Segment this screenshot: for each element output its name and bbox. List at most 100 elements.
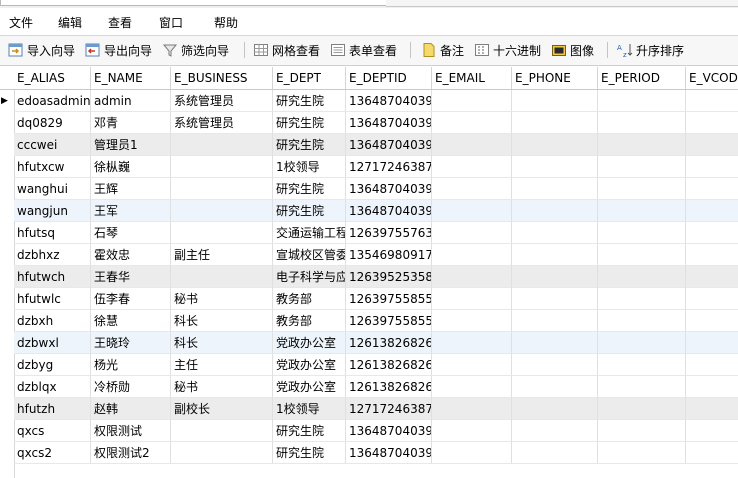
table-cell-e-email[interactable] xyxy=(432,134,512,156)
table-cell-e-deptid[interactable]: 136487040390 xyxy=(346,134,432,156)
column-header-e-period[interactable]: E_PERIOD xyxy=(598,67,686,89)
table-cell-e-vcod[interactable] xyxy=(686,420,738,442)
table-cell-e-period[interactable] xyxy=(598,200,686,222)
active-tab[interactable] xyxy=(0,0,387,6)
table-cell-e-vcod[interactable] xyxy=(686,354,738,376)
table-cell-e-name[interactable]: 邓青 xyxy=(91,112,171,134)
table-cell-e-alias[interactable]: wanghui xyxy=(14,178,91,200)
table-cell-e-deptid[interactable]: 136487040390 xyxy=(346,420,432,442)
table-cell-e-period[interactable] xyxy=(598,266,686,288)
table-cell-e-business[interactable]: 系统管理员 xyxy=(171,90,273,112)
table-cell-e-phone[interactable] xyxy=(512,442,598,464)
table-row[interactable]: ▶ edoasadmin admin 系统管理员 研究生院 136487040390 xyxy=(0,90,738,112)
table-cell-e-business[interactable]: 秘书 xyxy=(171,288,273,310)
table-cell-e-deptid[interactable]: 126138268267 xyxy=(346,376,432,398)
table-cell-e-period[interactable] xyxy=(598,354,686,376)
table-cell-e-name[interactable]: 权限测试2 xyxy=(91,442,171,464)
table-cell-e-deptid[interactable]: 136487040390 xyxy=(346,112,432,134)
column-header-e-phone[interactable]: E_PHONE xyxy=(512,67,598,89)
table-cell-e-email[interactable] xyxy=(432,266,512,288)
table-cell-e-business[interactable]: 科长 xyxy=(171,310,273,332)
table-cell-e-alias[interactable]: cccwei xyxy=(14,134,91,156)
table-cell-e-alias[interactable]: hfutwch xyxy=(14,266,91,288)
table-cell-e-phone[interactable] xyxy=(512,90,598,112)
table-cell-e-name[interactable]: 王晓玲 xyxy=(91,332,171,354)
table-cell-e-dept[interactable]: 研究生院 xyxy=(273,134,346,156)
table-cell-e-vcod[interactable] xyxy=(686,200,738,222)
table-cell-e-business[interactable]: 副校长 xyxy=(171,398,273,420)
table-row[interactable]: hfutwlc 伍李春 秘书 教务部 126397558559 xyxy=(0,288,738,310)
table-cell-e-deptid[interactable]: 126395253581 xyxy=(346,266,432,288)
table-cell-e-business[interactable] xyxy=(171,178,273,200)
menu-view[interactable]: 查看 xyxy=(108,14,132,31)
table-cell-e-period[interactable] xyxy=(598,442,686,464)
table-cell-e-dept[interactable]: 研究生院 xyxy=(273,200,346,222)
table-cell-e-name[interactable]: 徐枞巍 xyxy=(91,156,171,178)
table-cell-e-dept[interactable]: 研究生院 xyxy=(273,442,346,464)
table-cell-e-phone[interactable] xyxy=(512,178,598,200)
table-cell-e-phone[interactable] xyxy=(512,244,598,266)
table-cell-e-business[interactable]: 系统管理员 xyxy=(171,112,273,134)
table-cell-e-deptid[interactable]: 126397558559 xyxy=(346,310,432,332)
export-wizard-button[interactable]: 导出向导 xyxy=(85,41,152,59)
table-cell-e-period[interactable] xyxy=(598,310,686,332)
table-cell-e-dept[interactable]: 研究生院 xyxy=(273,420,346,442)
table-cell-e-phone[interactable] xyxy=(512,398,598,420)
table-row[interactable]: hfutxcw 徐枞巍 1校领导 127172463873 xyxy=(0,156,738,178)
table-cell-e-phone[interactable] xyxy=(512,134,598,156)
table-cell-e-vcod[interactable] xyxy=(686,90,738,112)
table-cell-e-period[interactable] xyxy=(598,112,686,134)
table-cell-e-name[interactable]: 王军 xyxy=(91,200,171,222)
table-cell-e-alias[interactable]: dzbxh xyxy=(14,310,91,332)
table-row[interactable]: dzbhxz 霍效忠 副主任 宣城校区管委 135469809176 xyxy=(0,244,738,266)
table-cell-e-period[interactable] xyxy=(598,288,686,310)
table-cell-e-phone[interactable] xyxy=(512,222,598,244)
table-cell-e-deptid[interactable]: 136487040390 xyxy=(346,178,432,200)
table-cell-e-name[interactable]: 权限测试 xyxy=(91,420,171,442)
table-cell-e-deptid[interactable]: 127172463873 xyxy=(346,156,432,178)
table-cell-e-email[interactable] xyxy=(432,90,512,112)
table-row[interactable]: wanghui 王辉 研究生院 136487040390 xyxy=(0,178,738,200)
table-cell-e-vcod[interactable] xyxy=(686,112,738,134)
memo-button[interactable]: 备注 xyxy=(421,41,464,59)
table-cell-e-phone[interactable] xyxy=(512,200,598,222)
table-cell-e-phone[interactable] xyxy=(512,288,598,310)
table-cell-e-alias[interactable]: dq0829 xyxy=(14,112,91,134)
table-cell-e-alias[interactable]: hfutsq xyxy=(14,222,91,244)
table-cell-e-dept[interactable]: 研究生院 xyxy=(273,112,346,134)
table-cell-e-phone[interactable] xyxy=(512,112,598,134)
table-cell-e-dept[interactable]: 党政办公室 xyxy=(273,332,346,354)
table-cell-e-email[interactable] xyxy=(432,354,512,376)
table-cell-e-name[interactable]: 王辉 xyxy=(91,178,171,200)
column-header-e-alias[interactable]: E_ALIAS xyxy=(14,67,91,89)
table-cell-e-dept[interactable]: 党政办公室 xyxy=(273,376,346,398)
table-cell-e-name[interactable]: 伍李春 xyxy=(91,288,171,310)
table-row[interactable]: dzbxh 徐慧 科长 教务部 126397558559 xyxy=(0,310,738,332)
table-cell-e-dept[interactable]: 电子科学与应 xyxy=(273,266,346,288)
table-cell-e-period[interactable] xyxy=(598,420,686,442)
table-cell-e-deptid[interactable]: 126138268267 xyxy=(346,332,432,354)
table-cell-e-business[interactable] xyxy=(171,222,273,244)
column-header-e-dept[interactable]: E_DEPT xyxy=(273,67,346,89)
table-cell-e-dept[interactable]: 交通运输工程 xyxy=(273,222,346,244)
table-cell-e-email[interactable] xyxy=(432,112,512,134)
table-cell-e-business[interactable]: 副主任 xyxy=(171,244,273,266)
table-cell-e-business[interactable]: 科长 xyxy=(171,332,273,354)
table-cell-e-email[interactable] xyxy=(432,398,512,420)
table-cell-e-dept[interactable]: 教务部 xyxy=(273,288,346,310)
table-cell-e-email[interactable] xyxy=(432,376,512,398)
table-cell-e-email[interactable] xyxy=(432,288,512,310)
menu-edit[interactable]: 编辑 xyxy=(58,14,82,31)
column-header-e-deptid[interactable]: E_DEPTID xyxy=(346,67,432,89)
column-header-e-name[interactable]: E_NAME xyxy=(91,67,171,89)
table-cell-e-phone[interactable] xyxy=(512,420,598,442)
table-cell-e-alias[interactable]: hfutwlc xyxy=(14,288,91,310)
table-cell-e-business[interactable] xyxy=(171,134,273,156)
table-cell-e-alias[interactable]: wangjun xyxy=(14,200,91,222)
table-row[interactable]: qxcs2 权限测试2 研究生院 136487040390 xyxy=(0,442,738,464)
table-cell-e-vcod[interactable] xyxy=(686,288,738,310)
table-cell-e-business[interactable]: 主任 xyxy=(171,354,273,376)
table-cell-e-deptid[interactable]: 126397557632 xyxy=(346,222,432,244)
table-cell-e-business[interactable]: 秘书 xyxy=(171,376,273,398)
table-cell-e-dept[interactable]: 1校领导 xyxy=(273,398,346,420)
